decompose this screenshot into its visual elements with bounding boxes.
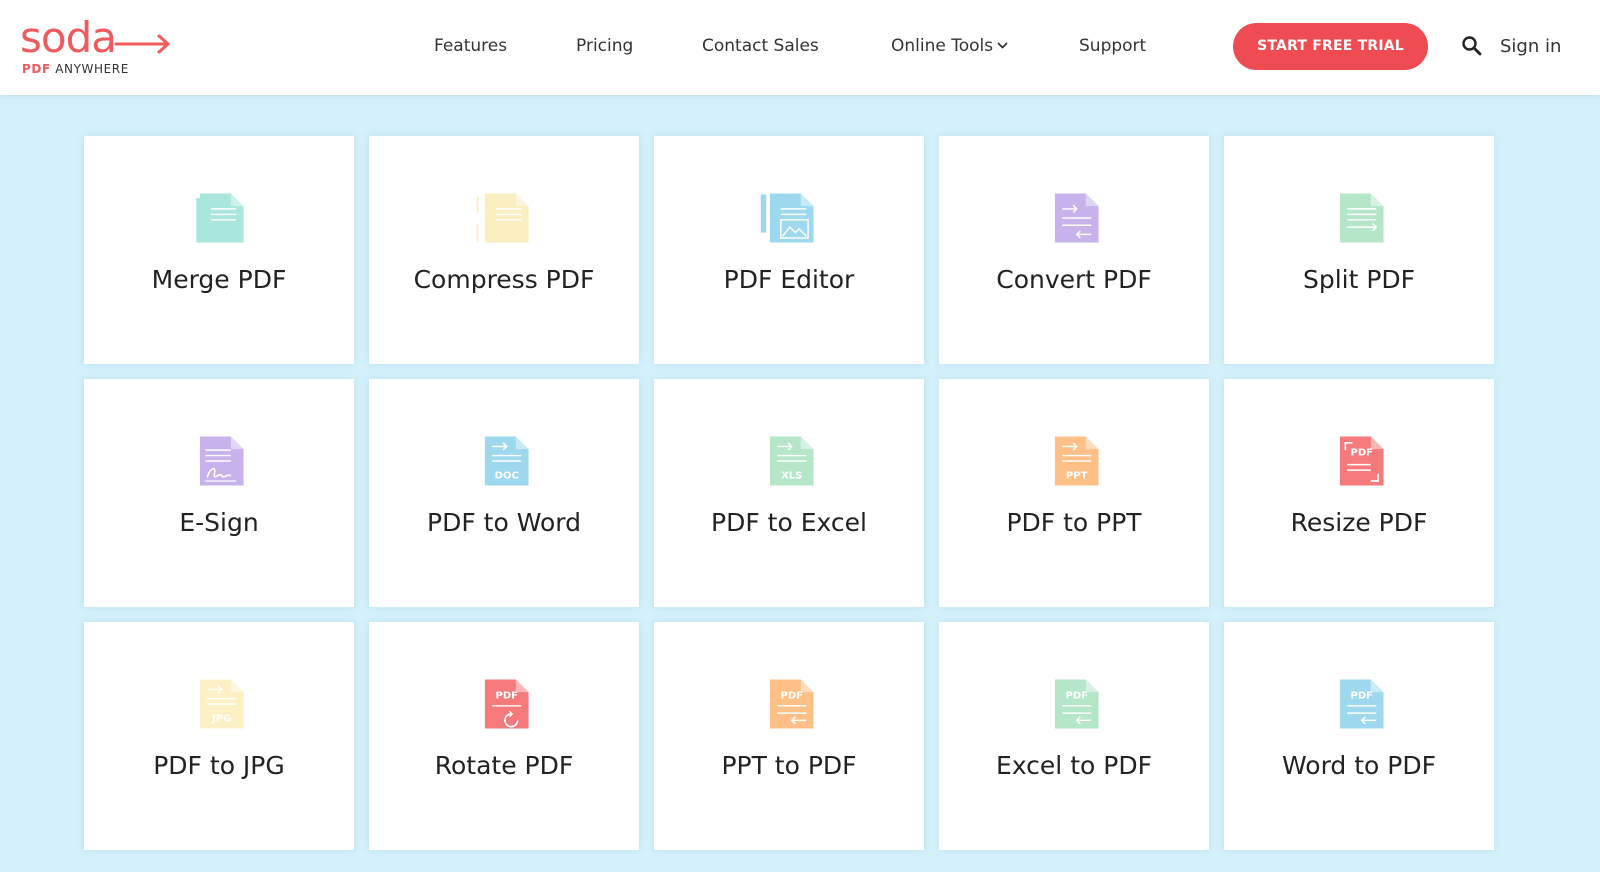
svg-text:XLS: XLS [781,470,802,481]
pdf-to-jpg-icon: JPG [189,674,249,734]
tool-card-label: PDF Editor [723,265,855,294]
tool-card-label: Convert PDF [996,265,1152,294]
logo-sub-pdf: PDF [22,62,51,76]
svg-text:PDF: PDF [1350,448,1372,459]
tool-card-editor[interactable]: PDF Editor [654,136,924,364]
tool-card-convert[interactable]: Convert PDF [939,136,1209,364]
tool-card-label: Compress PDF [413,265,595,294]
tool-card-merge[interactable]: Merge PDF [84,136,354,364]
svg-text:PDF: PDF [1350,691,1372,702]
soda-pdf-logo[interactable]: soda PDF ANYWHERE [20,12,170,82]
logo-subtitle: PDF ANYWHERE [22,62,129,76]
nav-contact-sales[interactable]: Contact Sales [702,34,819,58]
svg-text:JPG: JPG [211,713,231,724]
split-icon [1329,188,1389,248]
tool-card-label: PDF to PPT [1006,508,1142,537]
logo-sub-anywhere: ANYWHERE [55,62,129,76]
nav-online-tools[interactable]: Online Tools [891,34,1008,58]
tool-card-pdf-to-ppt[interactable]: PPT PDF to PPT [939,379,1209,607]
tool-card-label: Excel to PDF [996,751,1152,780]
svg-text:PDF: PDF [1065,691,1087,702]
tool-card-label: E-Sign [179,508,259,537]
tool-card-split[interactable]: Split PDF [1224,136,1494,364]
tool-card-pdf-to-excel[interactable]: XLS PDF to Excel [654,379,924,607]
nav-features[interactable]: Features [434,34,507,58]
tool-card-label: Merge PDF [151,265,287,294]
tool-card-label: PPT to PDF [721,751,857,780]
pdf-to-excel-icon: XLS [759,431,819,491]
merge-icon [189,188,249,248]
tool-card-pdf-to-word[interactable]: DOC PDF to Word [369,379,639,607]
chevron-down-icon [997,42,1008,49]
compress-icon [474,188,534,248]
esign-icon [189,431,249,491]
tool-card-label: PDF to Word [427,508,581,537]
start-free-trial-button[interactable]: START FREE TRIAL [1233,23,1428,70]
pdf-to-word-icon: DOC [474,431,534,491]
nav-online-tools-label: Online Tools [891,36,994,56]
tool-card-excel-to-pdf[interactable]: PDF Excel to PDF [939,622,1209,850]
tool-card-label: Rotate PDF [434,751,574,780]
resize-icon: PDF [1329,431,1389,491]
logo-wordmark: soda [20,13,117,62]
tool-card-rotate[interactable]: PDF Rotate PDF [369,622,639,850]
rotate-icon: PDF [474,674,534,734]
excel-to-pdf-icon: PDF [1044,674,1104,734]
tool-card-label: PDF to Excel [711,508,867,537]
tool-card-esign[interactable]: E-Sign [84,379,354,607]
svg-text:DOC: DOC [495,470,519,481]
tool-card-label: PDF to JPG [153,751,285,780]
tool-card-pdf-to-jpg[interactable]: JPG PDF to JPG [84,622,354,850]
nav-pricing[interactable]: Pricing [576,34,633,58]
tool-card-compress[interactable]: Compress PDF [369,136,639,364]
ppt-to-pdf-icon: PDF [759,674,819,734]
tool-card-word-to-pdf[interactable]: PDF Word to PDF [1224,622,1494,850]
tool-card-resize[interactable]: PDF Resize PDF [1224,379,1494,607]
svg-text:PPT: PPT [1066,470,1088,481]
tool-grid: Merge PDF Compress PDF PDF Editor Convert P… [84,136,1496,856]
search-icon[interactable] [1461,35,1483,57]
tool-card-label: Word to PDF [1282,751,1436,780]
pdf-to-ppt-icon: PPT [1044,431,1104,491]
word-to-pdf-icon: PDF [1329,674,1389,734]
tool-card-label: Split PDF [1302,265,1416,294]
logo-arrow-icon [114,34,170,54]
nav-support[interactable]: Support [1079,34,1146,58]
site-header: soda PDF ANYWHERE Features Pricing Conta… [0,0,1600,95]
editor-icon [759,188,819,248]
sign-in-link[interactable]: Sign in [1500,35,1561,59]
svg-text:PDF: PDF [780,691,802,702]
tool-card-ppt-to-pdf[interactable]: PDF PPT to PDF [654,622,924,850]
tool-card-label: Resize PDF [1290,508,1428,537]
convert-icon [1044,188,1104,248]
svg-text:PDF: PDF [495,691,517,702]
